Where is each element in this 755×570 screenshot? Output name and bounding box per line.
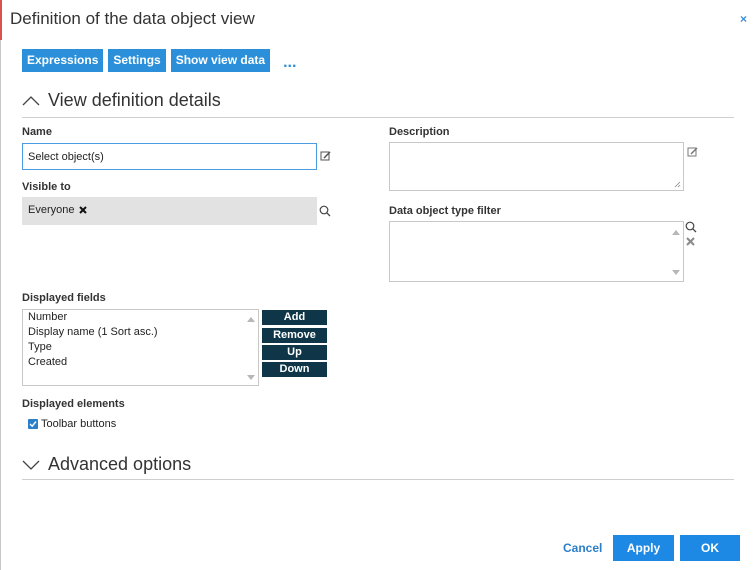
name-field-value: Select object(s) [28,150,104,163]
remove-field-button[interactable]: Remove [262,328,327,343]
type-filter-field[interactable] [389,221,684,282]
toolbar: Expressions Settings Show view data ... [22,49,296,72]
scroll-up-icon[interactable] [672,230,680,235]
scroll-down-icon[interactable] [247,375,255,380]
type-filter-label: Data object type filter [389,205,501,217]
toolbar-buttons-label: Toolbar buttons [41,418,117,430]
name-field[interactable]: Select object(s) [22,143,317,170]
displayed-fields-list[interactable]: Number Display name (1 Sort asc.) Type C… [22,309,259,386]
tag-everyone: Everyone [28,204,75,216]
section-divider [22,117,734,118]
list-item[interactable]: Display name (1 Sort asc.) [23,325,258,340]
description-field[interactable] [389,142,684,191]
move-up-button[interactable]: Up [262,345,327,360]
visible-to-field[interactable]: Everyone [22,197,317,225]
section-advanced-options[interactable]: Advanced options [22,454,191,475]
chevron-down-icon [22,460,40,470]
show-view-data-button[interactable]: Show view data [170,49,271,72]
list-item[interactable]: Type [23,340,258,355]
dialog-title: Definition of the data object view [10,9,255,28]
cancel-button[interactable]: Cancel [563,541,602,555]
scroll-up-icon[interactable] [247,317,255,322]
edit-icon[interactable] [320,150,332,162]
apply-button[interactable]: Apply [613,535,674,561]
displayed-elements-label: Displayed elements [22,398,125,410]
add-field-button[interactable]: Add [262,310,327,325]
section-advanced-label: Advanced options [48,454,192,474]
ok-button[interactable]: OK [680,535,740,561]
list-item[interactable]: Number [23,310,258,325]
toolbar-buttons-checkbox[interactable] [28,419,38,429]
close-icon[interactable]: × [740,12,747,26]
section-view-definition[interactable]: View definition details [22,90,221,111]
expressions-button[interactable]: Expressions [22,49,104,72]
move-down-button[interactable]: Down [262,362,327,377]
search-icon[interactable] [685,221,697,233]
list-item[interactable]: Created [23,355,258,370]
search-icon[interactable] [319,205,331,217]
check-icon [29,421,37,428]
chevron-up-icon [22,95,40,105]
displayed-fields-label: Displayed fields [22,292,106,304]
remove-icon[interactable] [686,237,695,246]
left-edge-accent [0,0,2,40]
settings-button[interactable]: Settings [108,49,166,72]
edit-icon[interactable] [687,146,699,158]
description-label: Description [389,126,450,138]
resize-grip-icon[interactable] [674,181,681,188]
scroll-down-icon[interactable] [672,270,680,275]
name-label: Name [22,126,52,138]
left-edge-border [0,40,1,570]
more-options-icon[interactable]: ... [283,54,296,72]
visible-to-label: Visible to [22,181,71,193]
section-view-definition-label: View definition details [48,90,221,110]
remove-tag-icon[interactable] [79,206,88,214]
toolbar-buttons-option[interactable]: Toolbar buttons [28,418,116,430]
section-divider [22,479,734,480]
